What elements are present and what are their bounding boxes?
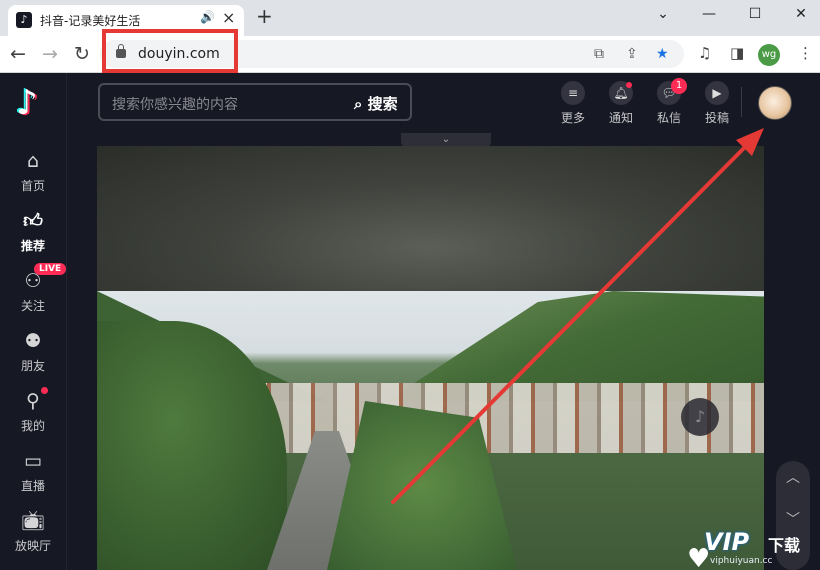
douyin-logo[interactable]: ♪ ♪ ♪ bbox=[14, 85, 50, 121]
minimize-window-button[interactable]: — bbox=[686, 0, 732, 30]
sidebar-item-label: 朋友 bbox=[20, 359, 45, 373]
bookmark-star-icon[interactable]: ★ bbox=[656, 46, 669, 62]
forward-button[interactable]: → bbox=[38, 42, 62, 66]
tab-search-icon[interactable]: ⌄ bbox=[640, 0, 686, 30]
search-button-label: 搜索 bbox=[367, 95, 398, 113]
video-camera-icon: ▶ bbox=[705, 81, 729, 105]
live-badge: LIVE bbox=[34, 263, 67, 275]
video-frame-mountain-town bbox=[97, 291, 764, 570]
upload-button[interactable]: ▶ 投稿 bbox=[699, 81, 735, 126]
reload-button[interactable]: ↻ bbox=[70, 42, 94, 66]
sidebar-item-label: 我的 bbox=[20, 419, 45, 433]
sidebar-item-live[interactable]: ▭ 直播 bbox=[0, 449, 66, 494]
tab-title: 抖音-记录美好生活 bbox=[40, 14, 141, 28]
user-icon: ⚲ bbox=[26, 390, 40, 412]
menu-kebab-icon[interactable]: ⋮ bbox=[798, 44, 813, 62]
close-window-button[interactable]: ✕ bbox=[778, 0, 820, 30]
thumbs-up-icon: 👍︎ bbox=[23, 210, 43, 232]
close-tab-icon[interactable]: × bbox=[222, 8, 235, 27]
douyin-favicon-icon: ♪ bbox=[16, 12, 32, 28]
video-player[interactable]: ♪ ♥ 14 bbox=[97, 146, 764, 570]
share-icon[interactable]: ⇪ bbox=[626, 46, 638, 62]
new-tab-button[interactable]: + bbox=[256, 4, 273, 28]
user-avatar[interactable] bbox=[758, 86, 792, 120]
live-tv-icon: ▭ bbox=[24, 450, 42, 472]
side-panel-icon[interactable]: ◨ bbox=[730, 44, 744, 62]
sidebar-item-me[interactable]: ⚲ 我的 bbox=[0, 387, 66, 434]
tv-icon: 📺︎ bbox=[20, 510, 46, 532]
sidebar-item-follow[interactable]: ⚇ LIVE 关注 bbox=[0, 263, 67, 314]
sidebar-item-home[interactable]: ⌂ 首页 bbox=[0, 149, 66, 194]
search-box[interactable]: 搜索你感兴趣的内容 ⌕ 搜索 bbox=[98, 83, 412, 121]
search-input[interactable]: 搜索你感兴趣的内容 bbox=[112, 94, 238, 114]
audio-playing-icon[interactable]: 🔊 bbox=[200, 10, 215, 24]
message-count-badge: 1 bbox=[671, 78, 687, 94]
douyin-page: ♪ ♪ ♪ ⌂ 首页 👍︎ 推荐 ⚇ LIVE 关注 ⚉ 朋友 ⚲ 我的 ▭ 直… bbox=[0, 73, 820, 570]
media-controls-icon[interactable]: ♫ bbox=[698, 44, 711, 62]
watermark-site: viphuiyuan.cc bbox=[710, 556, 773, 566]
sidebar-item-label: 放映厅 bbox=[14, 539, 51, 553]
more-button[interactable]: ≡ 更多 bbox=[555, 81, 591, 126]
friends-icon: ⚉ bbox=[24, 330, 42, 352]
sidebar-item-label: 直播 bbox=[20, 479, 45, 493]
douyin-disc-icon[interactable]: ♪ bbox=[681, 398, 719, 436]
chevron-down-icon: ⌄ bbox=[441, 134, 451, 145]
search-icon: ⌕ bbox=[354, 95, 363, 113]
maximize-window-button[interactable]: ☐ bbox=[732, 0, 778, 30]
notify-label: 通知 bbox=[608, 111, 633, 125]
header-divider bbox=[741, 87, 742, 117]
left-sidebar: ♪ ♪ ♪ ⌂ 首页 👍︎ 推荐 ⚇ LIVE 关注 ⚉ 朋友 ⚲ 我的 ▭ 直… bbox=[0, 73, 67, 570]
url-highlight-annotation bbox=[102, 29, 238, 73]
messages-label: 私信 bbox=[656, 111, 681, 125]
upload-label: 投稿 bbox=[704, 111, 729, 125]
sidebar-item-label: 首页 bbox=[20, 179, 45, 193]
sidebar-item-friends[interactable]: ⚉ 朋友 bbox=[0, 329, 66, 374]
watermark-name: 下载 bbox=[768, 536, 801, 555]
sidebar-item-recommend[interactable]: 👍︎ 推荐 bbox=[0, 209, 66, 254]
menu-icon: ≡ bbox=[561, 81, 585, 105]
messages-button[interactable]: 💬︎ 1 私信 bbox=[651, 78, 687, 126]
notification-dot bbox=[626, 82, 632, 88]
sidebar-item-cinema[interactable]: 📺︎ 放映厅 bbox=[0, 509, 66, 554]
watermark-logo: VIP bbox=[704, 528, 750, 556]
more-label: 更多 bbox=[560, 111, 585, 125]
notification-dot bbox=[41, 387, 48, 394]
profile-avatar[interactable]: wg bbox=[758, 44, 780, 66]
video-blurred-top bbox=[97, 146, 764, 291]
sidebar-item-label: 关注 bbox=[20, 299, 45, 313]
back-button[interactable]: ← bbox=[6, 42, 30, 66]
search-button[interactable]: ⌕ 搜索 bbox=[354, 93, 398, 114]
site-watermark: VIP 下载 viphuiyuan.cc bbox=[696, 522, 820, 570]
previous-video-chevron-up-icon[interactable]: ︿ bbox=[776, 467, 810, 487]
notify-button[interactable]: 🔔︎ 通知 bbox=[603, 81, 639, 126]
sidebar-item-label: 推荐 bbox=[20, 239, 45, 253]
home-icon: ⌂ bbox=[26, 150, 40, 172]
open-in-app-icon[interactable]: ⧉ bbox=[594, 46, 604, 62]
